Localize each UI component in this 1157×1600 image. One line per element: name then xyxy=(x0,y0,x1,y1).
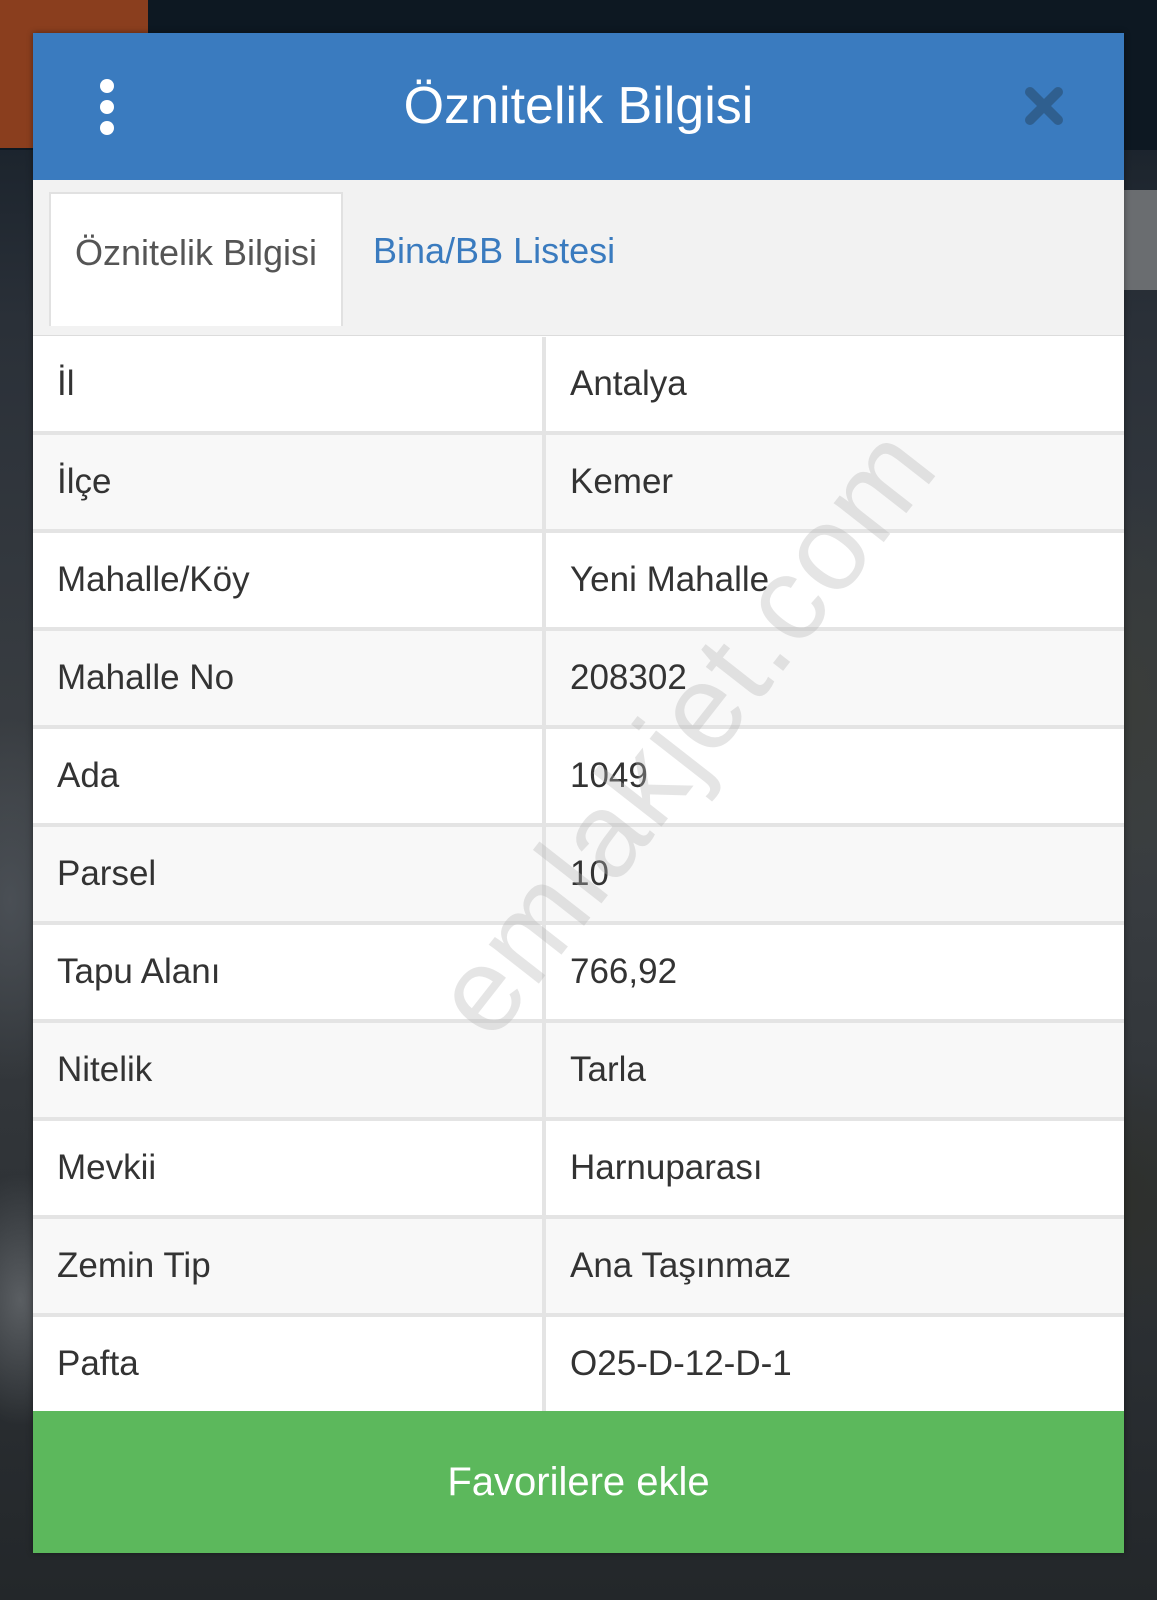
table-row: Tapu Alanı 766,92 xyxy=(33,925,1124,1023)
table-row: Ada 1049 xyxy=(33,729,1124,827)
close-icon[interactable] xyxy=(1023,85,1065,127)
attribute-label: İlçe xyxy=(33,435,546,529)
tab-bar: Öznitelik Bilgisi Bina/BB Listesi xyxy=(33,180,1124,336)
attribute-value: Tarla xyxy=(570,1050,646,1089)
map-scrollbar xyxy=(1124,190,1157,290)
attribute-value: Yeni Mahalle xyxy=(570,560,770,599)
attribute-value: Kemer xyxy=(570,462,674,501)
table-row: Mahalle/Köy Yeni Mahalle xyxy=(33,533,1124,631)
table-row: Zemin Tip Ana Taşınmaz xyxy=(33,1219,1124,1317)
attribute-label: Zemin Tip xyxy=(33,1219,546,1313)
attribute-label: Parsel xyxy=(33,827,546,921)
tab-building-list[interactable]: Bina/BB Listesi xyxy=(373,192,633,324)
vertical-dots-icon[interactable] xyxy=(87,79,127,135)
attribute-label: Mahalle/Köy xyxy=(33,533,546,627)
attribute-value: Ana Taşınmaz xyxy=(570,1246,792,1285)
attribute-label: Tapu Alanı xyxy=(33,925,546,1019)
add-to-favorites-button[interactable]: Favorilere ekle xyxy=(33,1411,1124,1553)
attribute-value: O25-D-12-D-1 xyxy=(570,1344,792,1383)
attribute-info-dialog: Öznitelik Bilgisi Öznitelik Bilgisi Bina… xyxy=(33,33,1124,1553)
dialog-title: Öznitelik Bilgisi xyxy=(403,77,754,135)
attribute-label: İl xyxy=(33,337,546,431)
table-row: Nitelik Tarla xyxy=(33,1023,1124,1121)
attribute-table: İl Antalya İlçe Kemer Mahalle/Köy Yeni M… xyxy=(33,337,1124,1415)
table-row: Mahalle No 208302 xyxy=(33,631,1124,729)
attribute-label: Pafta xyxy=(33,1317,546,1411)
table-row: Pafta O25-D-12-D-1 xyxy=(33,1317,1124,1415)
attribute-value: Harnuparası xyxy=(570,1148,763,1187)
attribute-label: Nitelik xyxy=(33,1023,546,1117)
attribute-label: Mahalle No xyxy=(33,631,546,725)
attribute-value: 1049 xyxy=(570,756,648,795)
attribute-label: Ada xyxy=(33,729,546,823)
attribute-value: 766,92 xyxy=(570,952,678,991)
table-row: Parsel 10 xyxy=(33,827,1124,925)
table-row: Mevkii Harnuparası xyxy=(33,1121,1124,1219)
attribute-value: Antalya xyxy=(570,364,687,403)
table-row: İl Antalya xyxy=(33,337,1124,435)
dialog-header: Öznitelik Bilgisi xyxy=(33,33,1124,180)
attribute-label: Mevkii xyxy=(33,1121,546,1215)
attribute-value: 208302 xyxy=(570,658,687,697)
tab-attribute-info[interactable]: Öznitelik Bilgisi xyxy=(49,192,343,326)
table-row: İlçe Kemer xyxy=(33,435,1124,533)
attribute-value: 10 xyxy=(570,854,609,893)
